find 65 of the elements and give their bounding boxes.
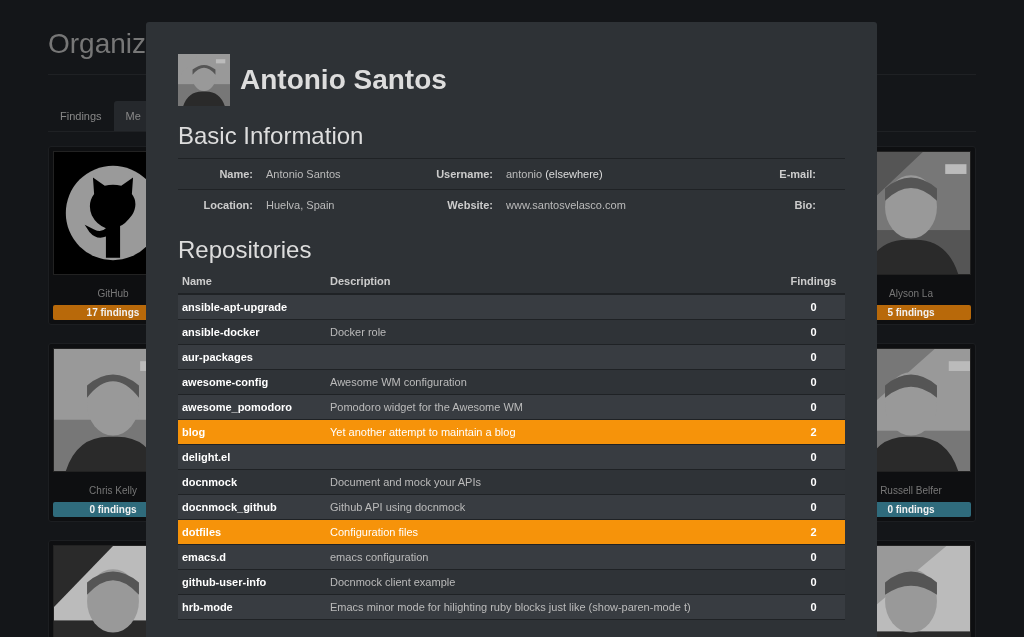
findings-count: 0	[810, 576, 817, 588]
repo-row[interactable]: hrb-mode Emacs minor mode for hilighting ruby blocks just like (show-paren-mode t) 0	[178, 594, 845, 620]
findings-count: 0	[810, 351, 817, 363]
findings-count: 0	[810, 501, 817, 513]
field-label: Name:	[219, 168, 253, 180]
repo-row[interactable]: emacs.d emacs configuration 0	[178, 544, 845, 570]
repo-row[interactable]: delight.el 0	[178, 444, 845, 470]
repo-name: awesome-config	[182, 376, 269, 388]
field-label: Location:	[203, 199, 253, 211]
findings-count: 0	[810, 401, 817, 413]
repo-description: Yet another attempt to maintain a blog	[330, 426, 516, 438]
repo-row[interactable]: ansible-docker Docker role 0	[178, 319, 845, 345]
findings-count: 0	[810, 451, 817, 463]
repo-name: hrb-mode	[182, 601, 233, 613]
repo-row[interactable]: awesome-config Awesome WM configuration 0	[178, 369, 845, 395]
repo-row[interactable]: ansible-apt-upgrade 0	[178, 294, 845, 320]
repo-description: Emacs minor mode for hilighting ruby blocks just like (show-paren-mode t)	[330, 601, 691, 613]
member-name: Russell Belfer	[879, 485, 943, 496]
findings-count: 0	[810, 551, 817, 563]
findings-count: 0	[810, 326, 817, 338]
repo-name: delight.el	[182, 451, 231, 463]
repo-description: Github API using docnmock	[330, 501, 466, 513]
tab[interactable]: Findings	[48, 101, 114, 131]
field-label: Username:	[436, 168, 493, 180]
findings-count: 0	[810, 601, 817, 613]
repo-name: blog	[182, 426, 206, 438]
repo-description: Document and mock your APIs	[330, 476, 481, 488]
findings-count: 0	[810, 301, 817, 313]
findings-count: 2	[810, 526, 817, 538]
repo-description: Configuration files	[330, 526, 419, 538]
section-heading: Basic Information	[178, 122, 365, 150]
findings-count: 0	[810, 376, 817, 388]
repo-description: Docker role	[330, 326, 387, 338]
field-label: Website:	[447, 199, 493, 211]
repo-row[interactable]: docnmock Document and mock your APIs 0	[178, 469, 845, 495]
member-name: GitHub	[96, 288, 130, 299]
repo-description: Pomodoro widget for the Awesome WM	[330, 401, 523, 413]
member-name: Alyson La	[888, 288, 934, 299]
field-value: www.santosvelasco.com	[506, 199, 626, 211]
member-name: Chris Kelly	[88, 485, 138, 496]
repo-name: ansible-apt-upgrade	[182, 301, 288, 313]
repo-row[interactable]: docnmock_github Github API using docnmock 0	[178, 494, 845, 520]
field-value: Huelva, Spain	[266, 199, 335, 211]
repo-name: dotfiles	[182, 526, 222, 538]
repo-row[interactable]: aur-packages 0	[178, 344, 845, 370]
findings-count: 0	[810, 476, 817, 488]
repo-name: docnmock_github	[182, 501, 277, 513]
repo-description: emacs configuration	[330, 551, 429, 563]
repo-name: emacs.d	[182, 551, 227, 563]
repo-row[interactable]: awesome_pomodoro Pomodoro widget for the Awesome WM 0	[178, 394, 845, 420]
field-label: Bio:	[794, 199, 816, 211]
repo-description: Docnmock client example	[330, 576, 456, 588]
repo-description: Awesome WM configuration	[330, 376, 467, 388]
field-value: antonio (elsewhere)	[506, 168, 603, 180]
profile-link[interactable]: (elsewhere)	[545, 168, 603, 180]
field-label: E-mail:	[779, 168, 816, 180]
section-heading: Repositories	[178, 236, 313, 264]
field-value: Antonio Santos	[266, 168, 341, 180]
repo-row[interactable]: github-user-info Docnmock client example 0	[178, 569, 845, 595]
repo-name: github-user-info	[182, 576, 267, 588]
repo-name: docnmock	[182, 476, 237, 488]
repo-name: ansible-docker	[182, 326, 260, 338]
repo-name: aur-packages	[182, 351, 253, 363]
repo-name: awesome_pomodoro	[182, 401, 293, 413]
findings-count: 2	[810, 426, 817, 438]
